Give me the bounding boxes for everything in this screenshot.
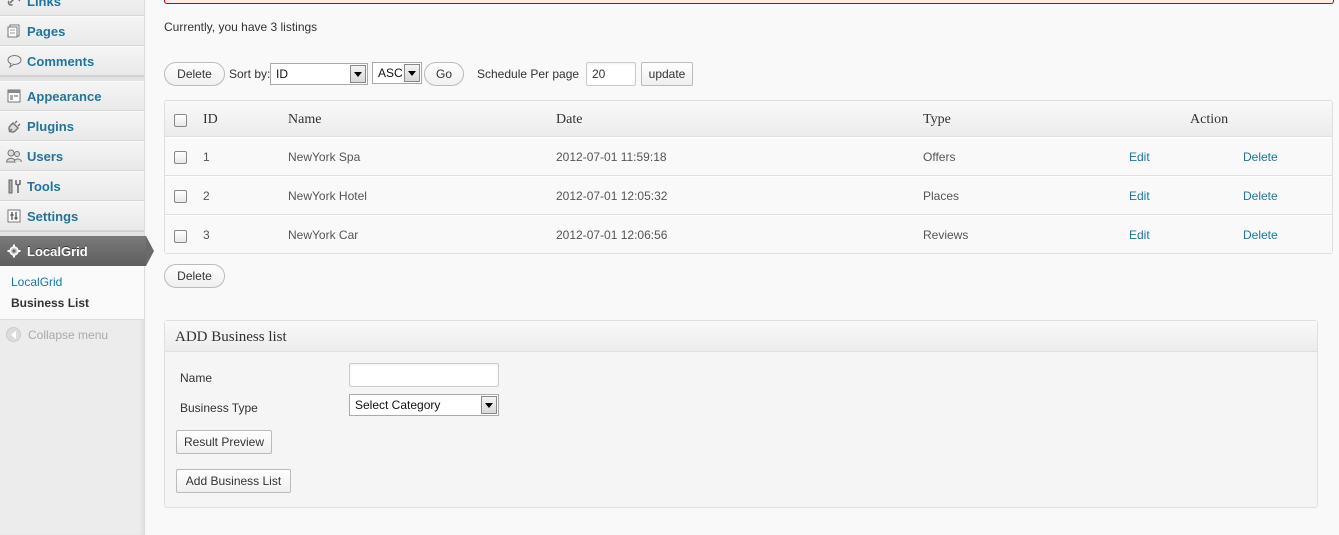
row-date: 2012-07-01 11:59:18: [556, 150, 667, 164]
menu-item-localgrid[interactable]: LocalGrid: [0, 236, 154, 266]
row-edit-link[interactable]: Edit: [1129, 228, 1150, 242]
business-type-value: Select Category: [355, 398, 441, 412]
row-name: NewYork Car: [288, 228, 359, 242]
menu-item-comments[interactable]: Comments: [0, 46, 144, 76]
chevron-down-icon: [404, 64, 420, 82]
row-name: NewYork Hotel: [288, 189, 367, 203]
menu-label: Pages: [27, 23, 66, 39]
listings-table: ID Name Date Type Action 1 NewYork Spa 2…: [164, 100, 1333, 254]
menu-item-links[interactable]: Links: [0, 0, 144, 16]
row-type: Offers: [923, 150, 956, 164]
business-type-select[interactable]: Select Category: [349, 394, 499, 416]
row-edit-link[interactable]: Edit: [1129, 189, 1150, 203]
column-header-date[interactable]: Date: [556, 112, 582, 128]
add-business-list-button[interactable]: Add Business List: [176, 469, 291, 493]
collapse-menu-label: Collapse menu: [28, 327, 109, 342]
column-header-type[interactable]: Type: [923, 112, 951, 128]
per-page-label: Schedule Per page: [477, 67, 580, 81]
row-date: 2012-07-01 12:06:56: [556, 228, 668, 242]
table-row: 1 NewYork Spa 2012-07-01 11:59:18 Offers…: [165, 137, 1332, 176]
plugins-icon: [6, 118, 22, 134]
bulk-delete-bottom-button[interactable]: Delete: [164, 264, 225, 288]
table-row: 3 NewYork Car 2012-07-01 12:06:56 Review…: [165, 215, 1332, 253]
menu-item-plugins[interactable]: Plugins: [0, 111, 144, 141]
menu-label: Settings: [27, 208, 79, 224]
select-all-checkbox[interactable]: [174, 114, 187, 127]
row-id: 2: [203, 189, 210, 203]
localgrid-submenu: LocalGrid Business List: [0, 266, 144, 320]
menu-label: Links: [27, 0, 61, 9]
row-type: Reviews: [923, 228, 969, 242]
menu-label: Users: [27, 148, 64, 164]
submenu-item-business-list[interactable]: Business List: [11, 296, 89, 310]
table-header: ID Name Date Type Action: [165, 101, 1332, 137]
column-header-name[interactable]: Name: [288, 112, 321, 128]
menu-item-users[interactable]: Users: [0, 141, 144, 171]
settings-icon: [6, 208, 22, 224]
menu-item-settings[interactable]: Settings: [0, 201, 144, 231]
row-edit-link[interactable]: Edit: [1129, 150, 1150, 164]
appearance-icon: [6, 88, 22, 104]
sort-field-value: ID: [276, 67, 288, 81]
error-notice: [164, 0, 1334, 4]
tools-icon: [6, 178, 22, 194]
name-label: Name: [180, 371, 213, 385]
business-type-label: Business Type: [180, 401, 258, 415]
per-page-input[interactable]: 20: [586, 62, 636, 86]
row-id: 1: [203, 150, 210, 164]
row-delete-link[interactable]: Delete: [1243, 228, 1278, 242]
menu-label: Tools: [27, 178, 61, 194]
submenu-item-localgrid[interactable]: LocalGrid: [11, 275, 62, 289]
add-business-header: ADD Business list: [165, 321, 1317, 352]
table-row: 2 NewYork Hotel 2012-07-01 12:05:32 Plac…: [165, 176, 1332, 215]
chevron-down-icon: [350, 65, 366, 83]
row-checkbox[interactable]: [174, 151, 187, 164]
admin-sidebar: Links Pages Comments Appearance Plugins …: [0, 0, 154, 535]
sort-field-select[interactable]: ID: [270, 63, 368, 85]
links-icon: [6, 0, 22, 9]
business-name-input[interactable]: [349, 363, 499, 387]
menu-item-appearance[interactable]: Appearance: [0, 81, 144, 111]
row-date: 2012-07-01 12:05:32: [556, 189, 668, 203]
sort-by-label: Sort by:: [229, 67, 271, 81]
menu-label: Appearance: [27, 88, 102, 104]
add-business-panel: ADD Business list Name Business Type Sel…: [164, 320, 1318, 508]
row-checkbox[interactable]: [174, 190, 187, 203]
row-id: 3: [203, 228, 210, 242]
listing-count-text: Currently, you have 3 listings: [164, 20, 318, 34]
bulk-delete-button[interactable]: Delete: [164, 62, 225, 86]
menu-item-pages[interactable]: Pages: [0, 16, 144, 46]
menu-label: Plugins: [27, 118, 74, 134]
collapse-menu-button[interactable]: Collapse menu: [6, 327, 108, 342]
menu-item-tools[interactable]: Tools: [0, 171, 144, 201]
update-button[interactable]: update: [641, 62, 693, 86]
users-icon: [6, 148, 22, 164]
comments-icon: [6, 53, 22, 69]
menu-label: Comments: [27, 53, 95, 69]
menu-label: LocalGrid: [27, 243, 88, 259]
pages-icon: [6, 23, 22, 39]
column-header-id[interactable]: ID: [203, 112, 218, 128]
sort-order-value: ASC: [378, 66, 403, 80]
result-preview-button[interactable]: Result Preview: [176, 430, 272, 454]
sort-order-select[interactable]: ASC: [372, 62, 422, 84]
row-delete-link[interactable]: Delete: [1243, 150, 1278, 164]
row-name: NewYork Spa: [288, 150, 361, 164]
chevron-down-icon: [481, 396, 497, 414]
add-business-title: ADD Business list: [175, 329, 287, 345]
row-delete-link[interactable]: Delete: [1243, 189, 1278, 203]
gear-icon: [6, 243, 22, 259]
row-type: Places: [923, 189, 960, 203]
column-header-action: Action: [1190, 112, 1229, 127]
row-checkbox[interactable]: [174, 230, 187, 243]
collapse-arrow-icon: [6, 327, 21, 342]
go-button[interactable]: Go: [424, 62, 464, 86]
